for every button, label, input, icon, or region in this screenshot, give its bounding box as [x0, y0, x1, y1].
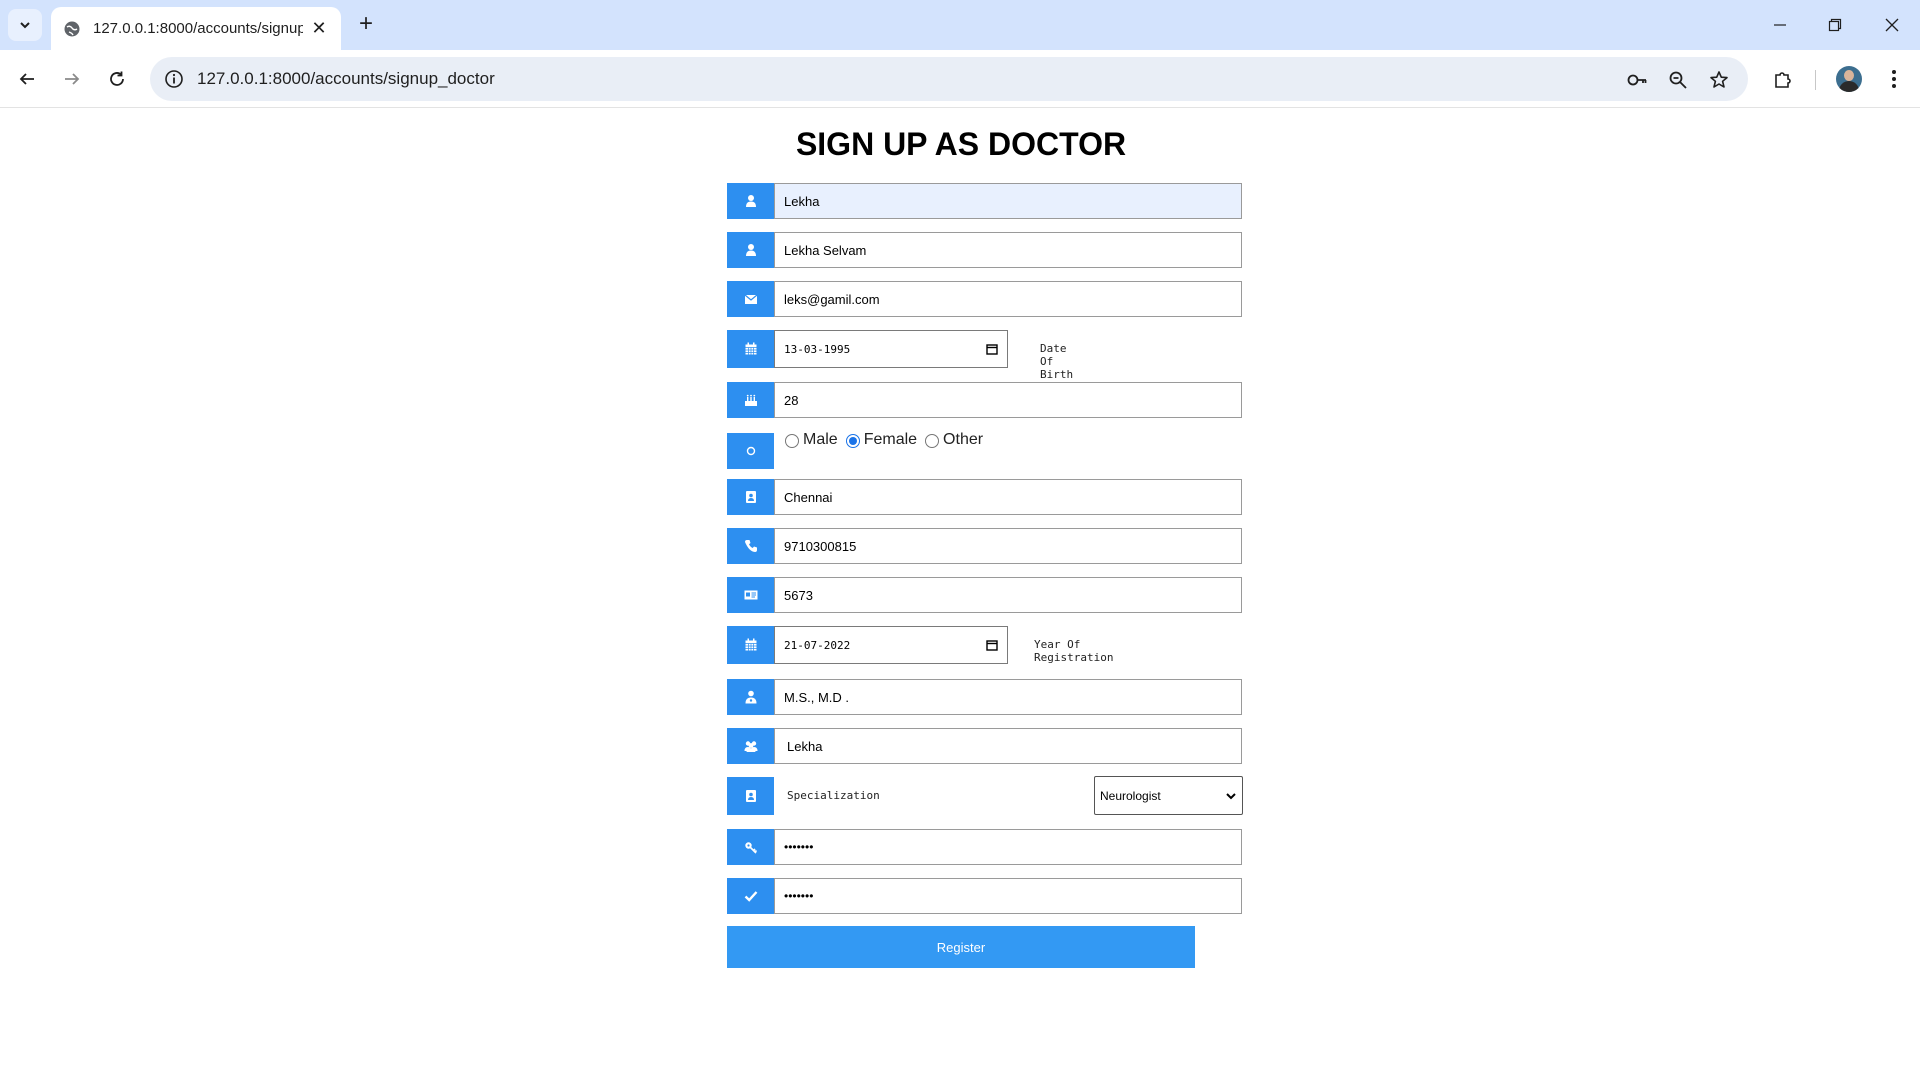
- bookmark-star-icon[interactable]: [1706, 67, 1732, 93]
- username-input[interactable]: Lekha: [774, 183, 1242, 219]
- register-button[interactable]: Register: [727, 926, 1195, 968]
- phone-icon: [727, 528, 774, 564]
- tab-strip: 127.0.0.1:8000/accounts/signup_doctor ✕ …: [0, 0, 1920, 50]
- password-key-icon[interactable]: [1624, 67, 1650, 93]
- calendar-icon: [727, 330, 774, 368]
- extensions-button[interactable]: [1766, 62, 1800, 96]
- dob-value: 13-03-1995: [784, 342, 851, 356]
- full-name-input[interactable]: Lekha Selvam: [774, 232, 1242, 268]
- menu-button[interactable]: [1877, 62, 1911, 96]
- tab-title: 127.0.0.1:8000/accounts/signup_doctor: [93, 20, 303, 37]
- reload-icon: [110, 71, 124, 86]
- browser-tab[interactable]: 127.0.0.1:8000/accounts/signup_doctor ✕: [51, 7, 341, 50]
- age-input[interactable]: 28: [774, 382, 1242, 418]
- profile-avatar[interactable]: [1836, 66, 1862, 92]
- specialization-select[interactable]: Neurologist: [1094, 776, 1243, 815]
- address-card-icon: [727, 479, 774, 515]
- email-input[interactable]: leks@gamil.com: [774, 281, 1242, 317]
- gender-other-radio[interactable]: [925, 434, 940, 448]
- password-input[interactable]: •••••••: [774, 829, 1242, 865]
- gender-female-radio[interactable]: [845, 434, 860, 448]
- specialization-value: Neurologist: [1100, 788, 1161, 803]
- user-icon: [727, 183, 774, 219]
- page-content: SIGN UP AS DOCTOR Lekha Lekha Selvam lek…: [0, 109, 1920, 1080]
- reload-button[interactable]: [100, 62, 134, 96]
- globe-icon: [64, 21, 80, 36]
- chevron-down-icon: [20, 22, 30, 29]
- phone-input[interactable]: 9710300815: [774, 528, 1242, 564]
- close-tab-icon[interactable]: ✕: [309, 18, 329, 39]
- forward-button[interactable]: [55, 62, 89, 96]
- tab-search-button[interactable]: [8, 9, 42, 41]
- minimize-icon: [1774, 24, 1786, 26]
- registration-number-input[interactable]: 5673: [774, 577, 1242, 613]
- toolbar-divider: [1815, 70, 1816, 90]
- arrow-left-icon: [19, 73, 34, 85]
- puzzle-icon: [1775, 72, 1791, 88]
- chevron-down-icon: [1226, 792, 1236, 799]
- user-icon: [727, 232, 774, 268]
- close-window-button[interactable]: [1872, 10, 1912, 40]
- gender-other-label: Other: [943, 431, 984, 448]
- browser-toolbar: 127.0.0.1:8000/accounts/signup_doctor: [0, 50, 1920, 108]
- gender-male-label: Male: [803, 431, 838, 448]
- birthday-cake-icon: [727, 382, 774, 418]
- new-tab-button[interactable]: +: [352, 10, 380, 38]
- address-card-icon: [727, 777, 774, 815]
- registration-year-label: Year Of Registration: [1034, 638, 1114, 664]
- confirm-password-input[interactable]: •••••••: [774, 878, 1242, 914]
- registration-year-input[interactable]: 21-07-2022: [774, 626, 1008, 664]
- close-icon: [1885, 18, 1899, 32]
- restore-button[interactable]: [1815, 10, 1855, 40]
- users-icon: [727, 728, 774, 764]
- user-doctor-icon: [727, 679, 774, 715]
- minimize-button[interactable]: [1760, 10, 1800, 40]
- restore-icon: [1828, 18, 1842, 32]
- address-bar[interactable]: 127.0.0.1:8000/accounts/signup_doctor: [150, 57, 1748, 101]
- city-input[interactable]: Chennai: [774, 479, 1242, 515]
- specialization-label: Specialization: [787, 789, 880, 802]
- site-info-icon[interactable]: [164, 69, 184, 89]
- calendar-picker-icon[interactable]: [986, 343, 998, 355]
- circle-icon: [727, 433, 774, 469]
- dob-input[interactable]: 13-03-1995: [774, 330, 1008, 368]
- envelope-icon: [727, 281, 774, 317]
- page-title: SIGN UP AS DOCTOR: [795, 126, 1127, 162]
- registration-year-value: 21-07-2022: [784, 638, 851, 652]
- dob-label: Date Of Birth: [1040, 342, 1074, 381]
- id-card-icon: [727, 577, 774, 613]
- qualification-input[interactable]: M.S., M.D .: [774, 679, 1242, 715]
- gender-radio-group: Male Female Other: [780, 431, 983, 449]
- calendar-picker-icon[interactable]: [986, 639, 998, 651]
- calendar-icon: [727, 626, 774, 664]
- check-icon: [727, 878, 774, 914]
- url-text: 127.0.0.1:8000/accounts/signup_doctor: [197, 69, 495, 88]
- gender-female-label: Female: [863, 431, 918, 448]
- more-vert-icon: [1892, 70, 1896, 88]
- key-icon: [727, 829, 774, 865]
- gender-male-radio[interactable]: [785, 434, 799, 448]
- arrow-right-icon: [65, 73, 80, 85]
- back-button[interactable]: [10, 62, 44, 96]
- hospital-input[interactable]: Lekha: [774, 728, 1242, 764]
- zoom-icon[interactable]: [1665, 67, 1691, 93]
